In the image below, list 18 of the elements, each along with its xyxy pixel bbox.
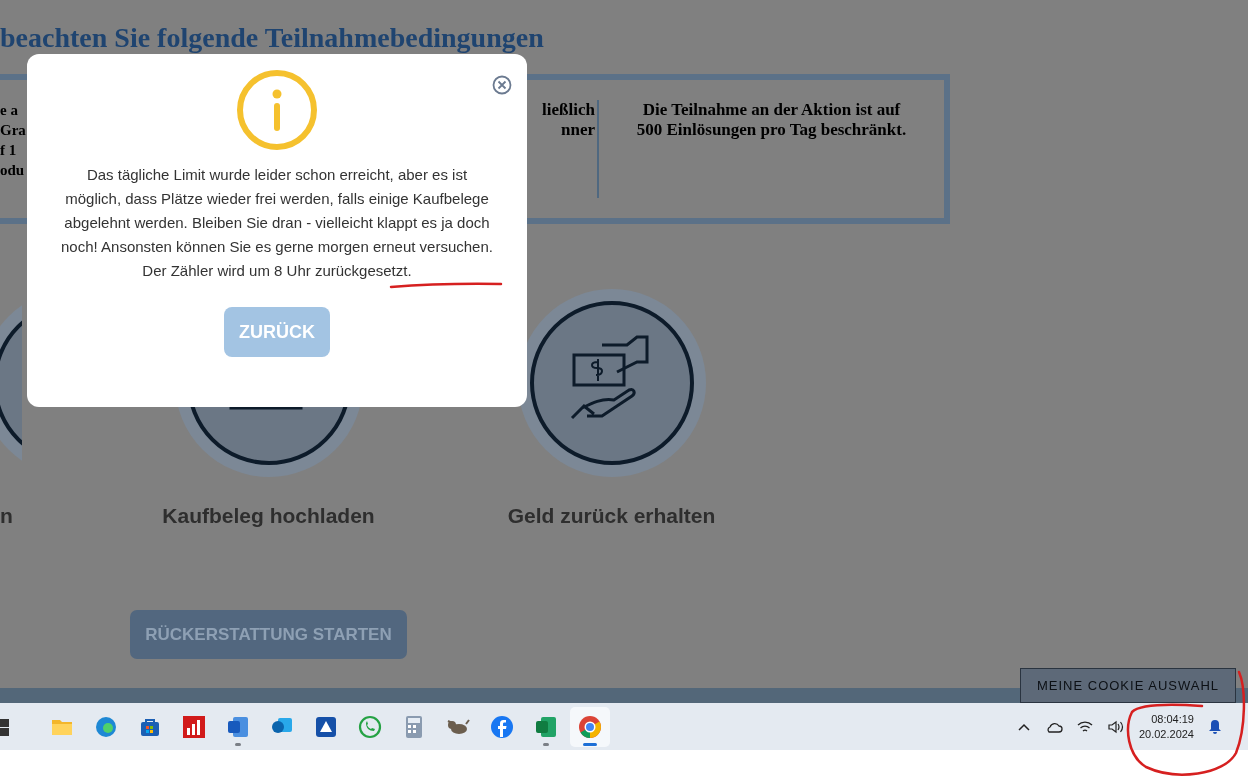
- step-label: Geld zurück erhalten: [507, 504, 716, 529]
- back-button[interactable]: ZURÜCK: [224, 307, 330, 357]
- clock-time: 08:04:19: [1151, 711, 1194, 727]
- condition-text: Die Teilnahme an der Aktion ist auf: [642, 100, 901, 120]
- step-label: Kaufbeleg hochladen: [162, 504, 375, 529]
- condition-text: ließlich: [542, 100, 595, 120]
- section-heading: beachten Sie folgende Teilnahmebedingungen: [0, 22, 545, 54]
- condition-text: Gra: [0, 121, 26, 140]
- cookie-settings-button[interactable]: MEINE COOKIE AUSWAHL: [1020, 668, 1236, 703]
- clock-date: 20.02.2024: [1138, 726, 1194, 742]
- limit-message: Das tägliche Limit wurde leider schon erreicht, aber es ist möglich, dass Plätze wieder frei werden, falls einige Kaufbelege abgelehnt werden. Bleiben Sie dran - vielleicht klappt es ja doch noch! Ansonsten können Sie es gerne morgen erneut versuchen. Der Zähler wird um 8 Uhr zurückgesetzt.: [60, 165, 494, 281]
- condition-text: nner: [561, 120, 595, 140]
- condition-text: odu: [0, 161, 25, 180]
- condition-text: e a: [0, 101, 18, 120]
- step-label: n: [0, 504, 13, 529]
- condition-text: f 1: [0, 141, 17, 160]
- condition-text: 500 Einlösungen pro Tag beschränkt.: [636, 120, 907, 140]
- start-refund-button[interactable]: RÜCKERSTATTUNG STARTEN: [130, 610, 407, 659]
